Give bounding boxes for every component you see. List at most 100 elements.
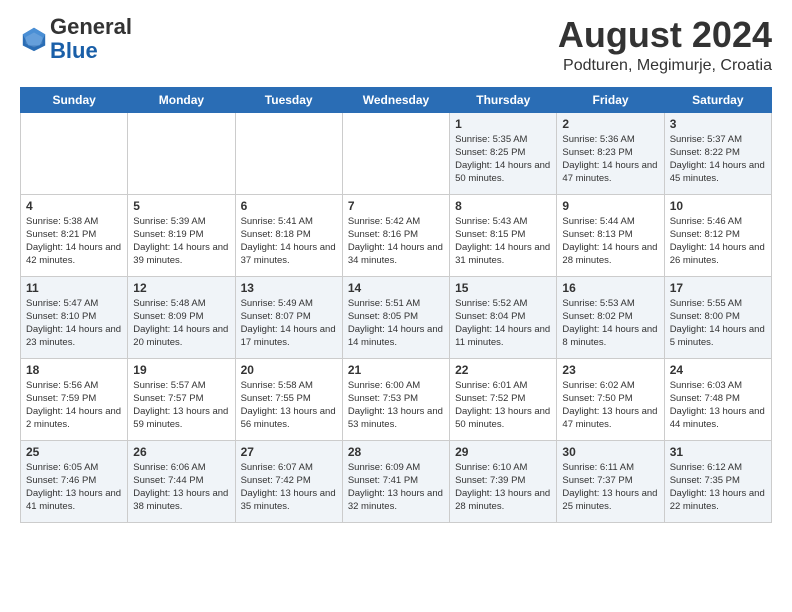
day-number: 17 [670, 281, 766, 295]
day-cell: 25Sunrise: 6:05 AM Sunset: 7:46 PM Dayli… [21, 440, 128, 522]
header-row: SundayMondayTuesdayWednesdayThursdayFrid… [21, 87, 772, 112]
day-cell [21, 112, 128, 194]
day-cell: 4 Sunrise: 5:38 AM Sunset: 8:21 PM Daylig… [21, 194, 128, 276]
day-header-wednesday: Wednesday [342, 87, 449, 112]
day-cell: 11Sunrise: 5:47 AM Sunset: 8:10 PM Dayli… [21, 276, 128, 358]
day-info: Sunrise: 5:42 AM Sunset: 8:16 PM Dayligh… [348, 215, 444, 268]
day-cell: 31 Sunrise: 6:12 AM Sunset: 7:35 PM Dayli… [664, 440, 771, 522]
day-info: Sunrise: 6:03 AM Sunset: 7:48 PM Dayligh… [670, 379, 766, 432]
day-cell: 18Sunrise: 5:56 AM Sunset: 7:59 PM Dayli… [21, 358, 128, 440]
day-cell: 10 Sunrise: 5:46 AM Sunset: 8:12 PM Dayli… [664, 194, 771, 276]
day-cell [342, 112, 449, 194]
week-row-2: 4 Sunrise: 5:38 AM Sunset: 8:21 PM Daylig… [21, 194, 772, 276]
day-cell: 22 Sunrise: 6:01 AM Sunset: 7:52 PM Dayli… [450, 358, 557, 440]
day-cell: 21 Sunrise: 6:00 AM Sunset: 7:53 PM Dayli… [342, 358, 449, 440]
location: Podturen, Megimurje, Croatia [558, 57, 772, 75]
day-number: 27 [241, 445, 337, 459]
day-cell: 23 Sunrise: 6:02 AM Sunset: 7:50 PM Dayli… [557, 358, 664, 440]
day-info: Sunrise: 5:52 AM Sunset: 8:04 PM Dayligh… [455, 297, 551, 350]
day-info: Sunrise: 5:39 AM Sunset: 8:19 PM Dayligh… [133, 215, 229, 268]
day-info: Sunrise: 5:46 AM Sunset: 8:12 PM Dayligh… [670, 215, 766, 268]
title-section: August 2024 Podturen, Megimurje, Croatia [558, 15, 772, 75]
day-cell: 5Sunrise: 5:39 AM Sunset: 8:19 PM Daylig… [128, 194, 235, 276]
logo-blue: Blue [50, 39, 132, 63]
logo: General Blue [20, 15, 132, 63]
day-number: 29 [455, 445, 551, 459]
day-number: 26 [133, 445, 229, 459]
day-number: 16 [562, 281, 658, 295]
week-row-4: 18Sunrise: 5:56 AM Sunset: 7:59 PM Dayli… [21, 358, 772, 440]
calendar-table: SundayMondayTuesdayWednesdayThursdayFrid… [20, 87, 772, 523]
day-number: 12 [133, 281, 229, 295]
day-number: 14 [348, 281, 444, 295]
day-info: Sunrise: 5:57 AM Sunset: 7:57 PM Dayligh… [133, 379, 229, 432]
day-cell: 13Sunrise: 5:49 AM Sunset: 8:07 PM Dayli… [235, 276, 342, 358]
day-info: Sunrise: 6:09 AM Sunset: 7:41 PM Dayligh… [348, 461, 444, 514]
day-info: Sunrise: 5:55 AM Sunset: 8:00 PM Dayligh… [670, 297, 766, 350]
day-number: 2 [562, 117, 658, 131]
day-cell [235, 112, 342, 194]
day-info: Sunrise: 5:35 AM Sunset: 8:25 PM Dayligh… [455, 133, 551, 186]
day-cell: 8 Sunrise: 5:43 AM Sunset: 8:15 PM Daylig… [450, 194, 557, 276]
day-cell: 17 Sunrise: 5:55 AM Sunset: 8:00 PM Dayli… [664, 276, 771, 358]
day-cell: 1 Sunrise: 5:35 AM Sunset: 8:25 PM Daylig… [450, 112, 557, 194]
day-info: Sunrise: 5:51 AM Sunset: 8:05 PM Dayligh… [348, 297, 444, 350]
week-row-5: 25Sunrise: 6:05 AM Sunset: 7:46 PM Dayli… [21, 440, 772, 522]
header: General Blue August 2024 Podturen, Megim… [20, 15, 772, 75]
day-number: 7 [348, 199, 444, 213]
day-info: Sunrise: 6:12 AM Sunset: 7:35 PM Dayligh… [670, 461, 766, 514]
day-number: 8 [455, 199, 551, 213]
day-cell: 27 Sunrise: 6:07 AM Sunset: 7:42 PM Dayli… [235, 440, 342, 522]
day-info: Sunrise: 5:43 AM Sunset: 8:15 PM Dayligh… [455, 215, 551, 268]
day-info: Sunrise: 6:07 AM Sunset: 7:42 PM Dayligh… [241, 461, 337, 514]
day-header-thursday: Thursday [450, 87, 557, 112]
day-cell [128, 112, 235, 194]
day-number: 10 [670, 199, 766, 213]
day-cell: 14 Sunrise: 5:51 AM Sunset: 8:05 PM Dayli… [342, 276, 449, 358]
day-cell: 9Sunrise: 5:44 AM Sunset: 8:13 PM Daylig… [557, 194, 664, 276]
day-cell: 26Sunrise: 6:06 AM Sunset: 7:44 PM Dayli… [128, 440, 235, 522]
day-number: 28 [348, 445, 444, 459]
page: General Blue August 2024 Podturen, Megim… [0, 0, 792, 612]
day-number: 4 [26, 199, 122, 213]
day-cell: 12Sunrise: 5:48 AM Sunset: 8:09 PM Dayli… [128, 276, 235, 358]
day-cell: 3 Sunrise: 5:37 AM Sunset: 8:22 PM Daylig… [664, 112, 771, 194]
day-info: Sunrise: 5:58 AM Sunset: 7:55 PM Dayligh… [241, 379, 337, 432]
day-info: Sunrise: 6:10 AM Sunset: 7:39 PM Dayligh… [455, 461, 551, 514]
day-info: Sunrise: 5:47 AM Sunset: 8:10 PM Dayligh… [26, 297, 122, 350]
logo-icon [20, 25, 48, 53]
day-number: 22 [455, 363, 551, 377]
day-info: Sunrise: 5:41 AM Sunset: 8:18 PM Dayligh… [241, 215, 337, 268]
day-info: Sunrise: 5:37 AM Sunset: 8:22 PM Dayligh… [670, 133, 766, 186]
day-cell: 28 Sunrise: 6:09 AM Sunset: 7:41 PM Dayli… [342, 440, 449, 522]
day-number: 31 [670, 445, 766, 459]
day-cell: 2 Sunrise: 5:36 AM Sunset: 8:23 PM Daylig… [557, 112, 664, 194]
day-number: 1 [455, 117, 551, 131]
day-cell: 24 Sunrise: 6:03 AM Sunset: 7:48 PM Dayli… [664, 358, 771, 440]
day-info: Sunrise: 5:49 AM Sunset: 8:07 PM Dayligh… [241, 297, 337, 350]
day-number: 24 [670, 363, 766, 377]
day-info: Sunrise: 5:53 AM Sunset: 8:02 PM Dayligh… [562, 297, 658, 350]
day-number: 15 [455, 281, 551, 295]
day-cell: 30 Sunrise: 6:11 AM Sunset: 7:37 PM Dayli… [557, 440, 664, 522]
day-info: Sunrise: 5:38 AM Sunset: 8:21 PM Dayligh… [26, 215, 122, 268]
month-year: August 2024 [558, 15, 772, 55]
day-info: Sunrise: 6:00 AM Sunset: 7:53 PM Dayligh… [348, 379, 444, 432]
day-number: 23 [562, 363, 658, 377]
day-header-friday: Friday [557, 87, 664, 112]
day-info: Sunrise: 6:01 AM Sunset: 7:52 PM Dayligh… [455, 379, 551, 432]
day-number: 30 [562, 445, 658, 459]
day-number: 25 [26, 445, 122, 459]
day-info: Sunrise: 6:02 AM Sunset: 7:50 PM Dayligh… [562, 379, 658, 432]
day-info: Sunrise: 5:56 AM Sunset: 7:59 PM Dayligh… [26, 379, 122, 432]
day-info: Sunrise: 5:36 AM Sunset: 8:23 PM Dayligh… [562, 133, 658, 186]
day-number: 21 [348, 363, 444, 377]
day-header-tuesday: Tuesday [235, 87, 342, 112]
day-header-monday: Monday [128, 87, 235, 112]
day-cell: 6Sunrise: 5:41 AM Sunset: 8:18 PM Daylig… [235, 194, 342, 276]
day-number: 3 [670, 117, 766, 131]
day-cell: 29 Sunrise: 6:10 AM Sunset: 7:39 PM Dayli… [450, 440, 557, 522]
day-info: Sunrise: 6:11 AM Sunset: 7:37 PM Dayligh… [562, 461, 658, 514]
day-number: 19 [133, 363, 229, 377]
day-header-saturday: Saturday [664, 87, 771, 112]
